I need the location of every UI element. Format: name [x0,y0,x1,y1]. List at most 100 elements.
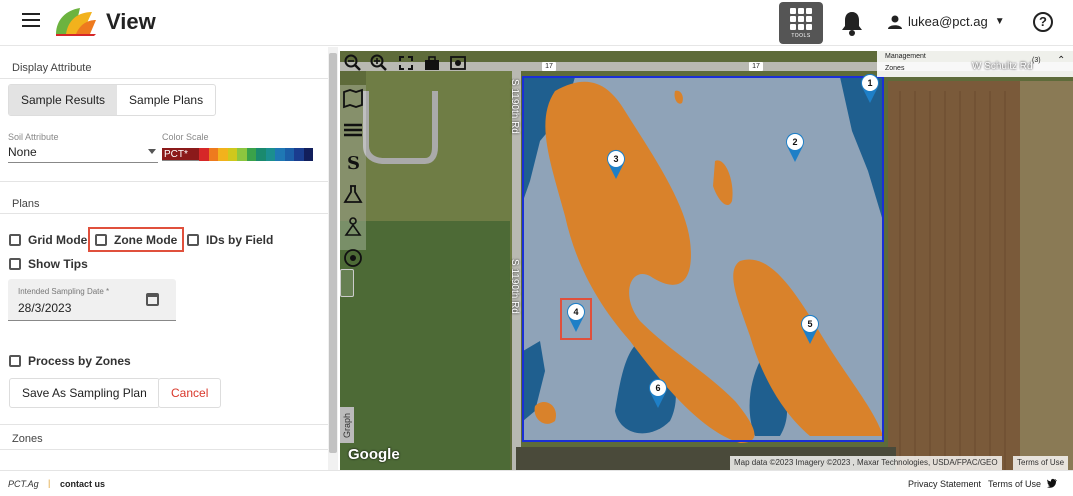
marker-number: 2 [787,134,803,150]
sampler-icon[interactable] [341,215,365,237]
color-scale-swatch [275,148,285,161]
fit-extent-icon[interactable] [397,54,415,72]
divider [0,181,328,182]
management-zones-label-line1: Management [885,53,926,60]
user-icon [888,15,902,29]
map-tools-toolbar: S [340,85,366,267]
sample-marker-3[interactable]: 3 [605,149,627,179]
terms-of-use-link[interactable]: Terms of Use [988,479,1041,489]
checkbox-icon [9,234,21,246]
app-header: View TOOLS lukea@pct.ag ▼ ? [0,0,1073,46]
soil-attribute-select[interactable]: None [8,145,158,163]
tab-sample-plans[interactable]: Sample Plans [117,85,215,115]
color-scale-value: PCT* [162,148,199,160]
notification-bell-icon[interactable] [840,10,864,36]
sample-marker-1[interactable]: 1 [859,73,881,103]
svg-text:S: S [347,153,360,173]
process-by-zones-checkbox[interactable]: Process by Zones [9,354,131,368]
tools-label: TOOLS [791,32,811,39]
satellite-imagery [340,51,1073,470]
grid-icon [790,7,812,30]
graph-tab[interactable]: Graph [340,407,354,443]
user-email: lukea@pct.ag [908,14,988,29]
checkbox-icon [9,355,21,367]
chevron-down-icon: ▼ [994,16,1005,27]
scrollbar-thumb[interactable] [329,53,337,453]
app-footer: PCT.Ag | contact us Privacy Statement Te… [0,470,1073,496]
sampling-date-label: Intended Sampling Date * [18,287,110,296]
display-attribute-title: Display Attribute [12,62,92,74]
checkbox-icon [9,258,21,270]
menu-icon[interactable] [22,13,40,29]
color-scale-swatch [227,148,237,161]
soil-icon[interactable]: S [341,151,365,174]
briefcase-icon[interactable] [423,54,441,72]
sample-marker-4[interactable]: 4 [565,302,587,332]
marker-number: 4 [568,304,584,320]
help-icon[interactable]: ? [1033,12,1053,32]
color-scale-swatch [237,148,247,161]
zone-mode-label: Zone Mode [114,233,178,247]
display-attribute-tabs: Sample Results Sample Plans [8,84,217,116]
show-tips-label: Show Tips [28,257,88,271]
map-terms-link[interactable]: Terms of Use [1013,456,1069,470]
toolbar-expand-handle[interactable] [340,269,354,297]
grid-mode-label: Grid Mode [28,233,88,247]
map-view[interactable]: S Graph Management Zones (3) ⌃ W Schultz… [340,51,1073,470]
privacy-statement-link[interactable]: Privacy Statement [908,479,981,489]
sample-marker-2[interactable]: 2 [784,132,806,162]
divider [0,449,328,450]
footer-separator: | [48,478,51,488]
color-scale-swatch [246,148,256,161]
road-label-s1190th-bottom: S 1190th Rd [509,259,520,314]
zones-title: Zones [12,433,43,445]
user-menu[interactable]: lukea@pct.ag ▼ [888,14,1005,29]
road-label-w-schultz: W Schultz Rd [972,61,1033,72]
color-scale-swatch [265,148,275,161]
show-tips-checkbox[interactable]: Show Tips [9,257,88,271]
divider [0,424,328,425]
color-scale-swatch [303,148,313,161]
sample-marker-6[interactable]: 6 [647,378,669,408]
ids-by-field-checkbox[interactable]: IDs by Field [187,233,273,247]
contact-us-link[interactable]: contact us [60,479,105,489]
divider [0,213,328,214]
management-zones-label-line2: Zones [885,65,905,72]
panel-scrollbar[interactable] [328,47,338,470]
route-badge: 17 [542,62,556,71]
twitter-icon[interactable] [1047,478,1057,488]
zoom-out-icon[interactable] [344,54,362,72]
grid-mode-checkbox[interactable]: Grid Mode [9,233,87,247]
checkbox-icon [95,234,107,246]
color-scale-swatch [294,148,304,161]
map-layers-icon[interactable] [341,87,365,109]
color-scale-swatch [208,148,218,161]
soil-attribute-label: Soil Attribute [8,132,59,142]
color-scale-swatch [284,148,294,161]
marker-number: 6 [650,380,666,396]
lab-flask-icon[interactable] [341,183,365,205]
marker-number: 1 [862,75,878,91]
sampling-date-field[interactable]: Intended Sampling Date * 28/3/2023 [8,279,176,321]
color-scale-select[interactable]: PCT* [162,148,313,161]
zoom-in-icon[interactable] [370,54,388,72]
target-icon[interactable] [341,247,365,269]
plan-panel: Display Attribute Sample Results Sample … [0,47,328,470]
zone-mode-checkbox[interactable]: Zone Mode [95,233,177,247]
sampling-date-value: 28/3/2023 [18,301,72,315]
sample-marker-5[interactable]: 5 [799,314,821,344]
tools-button[interactable]: TOOLS [779,2,823,44]
soil-attribute-value: None [8,145,37,159]
checkbox-icon [187,234,199,246]
screenshot-icon[interactable] [449,54,467,72]
save-as-sampling-plan-button[interactable]: Save As Sampling Plan [9,378,160,408]
process-by-zones-label: Process by Zones [28,354,131,368]
calendar-icon[interactable] [146,293,159,306]
tab-sample-results[interactable]: Sample Results [9,85,118,115]
color-scale-label: Color Scale [162,132,209,142]
marker-number: 5 [802,316,818,332]
google-logo: Google [348,446,400,463]
page-title: View [106,9,156,34]
cancel-button[interactable]: Cancel [158,378,222,408]
stack-layers-icon[interactable] [341,119,365,141]
